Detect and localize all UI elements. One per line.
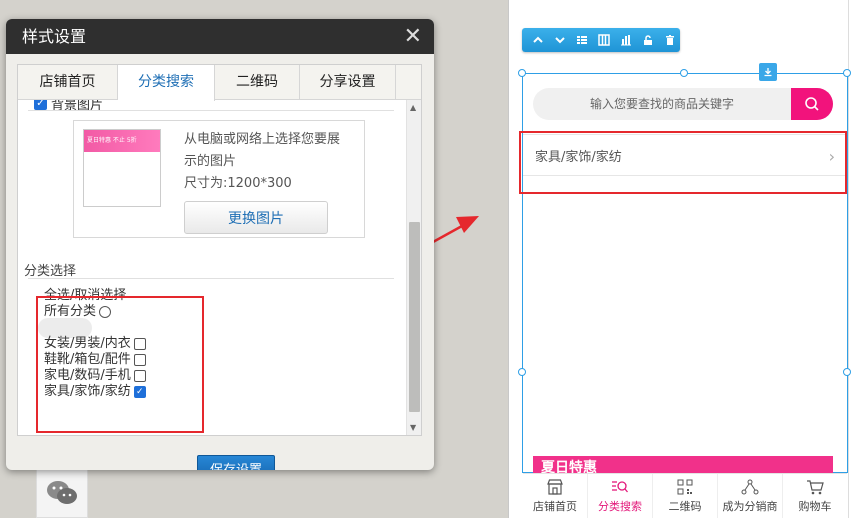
preview-edge xyxy=(848,0,854,518)
banner-thumbnail: 夏日特惠 不止 5折 xyxy=(83,129,161,207)
checkbox-checked[interactable]: ✓ xyxy=(34,100,47,110)
nav-label: 成为分销商 xyxy=(722,500,778,513)
category-search-icon xyxy=(611,478,629,496)
divider xyxy=(28,110,394,111)
module-toolbar xyxy=(522,28,680,52)
image-desc-line2: 示的图片 xyxy=(184,154,237,169)
wechat-icon xyxy=(47,481,77,504)
resize-handle[interactable] xyxy=(680,69,688,77)
resize-handle[interactable] xyxy=(843,368,851,376)
banner-text: 夏日特惠 xyxy=(541,460,597,474)
thumbnail-banner-text: 夏日特惠 不止 5折 xyxy=(84,130,160,152)
resize-handle[interactable] xyxy=(518,368,526,376)
highlight-box-preview xyxy=(519,131,847,194)
bar-chart-icon[interactable] xyxy=(616,30,636,50)
move-down-icon[interactable] xyxy=(550,30,570,50)
close-icon[interactable]: ✕ xyxy=(404,19,422,54)
divider xyxy=(28,278,394,279)
store-icon xyxy=(546,478,564,496)
search-icon xyxy=(805,97,819,111)
nav-item-distributor[interactable]: 成为分销商 xyxy=(718,474,783,518)
highlight-box-categories xyxy=(36,296,204,433)
background-image-label: 背景图片 xyxy=(51,100,104,113)
nav-item-category-search[interactable]: 分类搜索 xyxy=(588,474,653,518)
category-section-title: 分类选择 xyxy=(24,264,77,279)
search-button[interactable] xyxy=(791,88,833,120)
nav-label: 购物车 xyxy=(798,500,832,513)
qrcode-icon xyxy=(677,478,693,496)
scroll-thumb[interactable] xyxy=(409,222,420,412)
download-icon[interactable] xyxy=(759,63,777,81)
preview-search-bar xyxy=(533,88,833,120)
scroll-up-icon[interactable]: ▲ xyxy=(410,103,416,112)
image-desc-line1: 从电脑或网络上选择您要展 xyxy=(184,132,341,147)
unlock-icon[interactable] xyxy=(638,30,658,50)
image-upload-box: 夏日特惠 不止 5折 从电脑或网络上选择您要展 示的图片 尺寸为:1200*30… xyxy=(73,120,365,238)
nav-item-store[interactable]: 店铺首页 xyxy=(523,474,588,518)
nav-item-qrcode[interactable]: 二维码 xyxy=(653,474,718,518)
dialog-title-bar: 样式设置 ✕ xyxy=(6,19,434,54)
preview-bottom-nav: 店铺首页 分类搜索 二维码 成为分销商 购物车 xyxy=(523,473,847,518)
tab-category-search[interactable]: 分类搜索 xyxy=(118,65,215,101)
nav-label: 二维码 xyxy=(668,500,702,513)
column-layout-icon[interactable] xyxy=(594,30,614,50)
dialog-title: 样式设置 xyxy=(22,27,87,46)
preview-search-input[interactable] xyxy=(533,88,791,120)
image-description: 从电脑或网络上选择您要展 示的图片 尺寸为:1200*300 xyxy=(184,129,359,195)
nav-label: 分类搜索 xyxy=(598,500,642,513)
list-layout-icon[interactable] xyxy=(572,30,592,50)
replace-image-button[interactable]: 更换图片 xyxy=(184,201,328,234)
scroll-down-icon[interactable]: ▼ xyxy=(410,423,416,432)
tab-qrcode[interactable]: 二维码 xyxy=(215,65,300,100)
cart-icon xyxy=(806,478,824,496)
tab-share-settings[interactable]: 分享设置 xyxy=(300,65,396,100)
image-size-hint: 尺寸为:1200*300 xyxy=(184,176,292,191)
tab-store-home[interactable]: 店铺首页 xyxy=(18,65,118,100)
save-settings-button[interactable]: 保存设置 xyxy=(197,455,275,470)
trash-icon[interactable] xyxy=(660,30,680,50)
nav-label: 店铺首页 xyxy=(533,500,577,513)
preview-banner: 夏日特惠 xyxy=(533,456,833,474)
share-icon xyxy=(741,478,759,496)
dialog-tabs: 店铺首页 分类搜索 二维码 分享设置 xyxy=(18,65,421,101)
wechat-widget[interactable] xyxy=(36,468,88,518)
move-up-icon[interactable] xyxy=(528,30,548,50)
resize-handle[interactable] xyxy=(843,69,851,77)
vertical-scrollbar[interactable]: ▲ ▼ xyxy=(406,100,421,435)
style-settings-dialog: 样式设置 ✕ 店铺首页 分类搜索 二维码 分享设置 ✓ 背景图片 夏日特惠 不止… xyxy=(6,19,434,470)
nav-item-cart[interactable]: 购物车 xyxy=(783,474,847,518)
background-image-option[interactable]: ✓ 背景图片 xyxy=(34,100,103,113)
resize-handle[interactable] xyxy=(518,69,526,77)
